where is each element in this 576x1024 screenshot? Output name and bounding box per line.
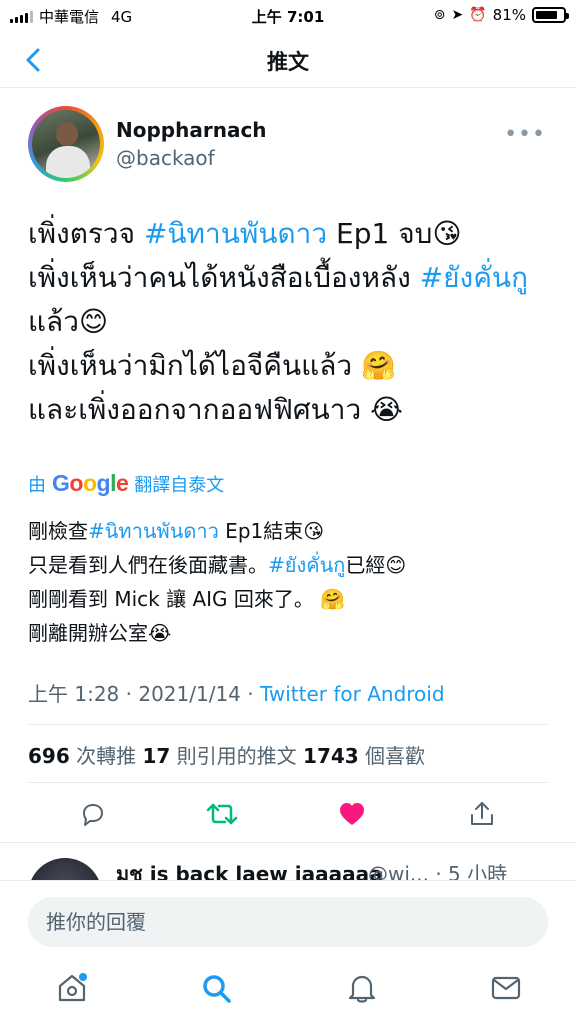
translate-suffix: 翻譯自泰文 [134, 474, 225, 496]
tweet-source-link[interactable]: Twitter for Android [260, 682, 445, 706]
tweet-text-segment: เพิ่งตรวจ [28, 217, 144, 250]
tab-search[interactable] [198, 970, 234, 1006]
search-icon [203, 975, 231, 1003]
divider [28, 724, 548, 725]
heart-icon [340, 803, 364, 825]
tweet-actions [0, 794, 576, 834]
tweet-line: เพิ่งเห็นว่ามิกได้ไอจีคืนแล้ว 🤗 [28, 349, 396, 382]
author-name[interactable]: Noppharnach [116, 118, 267, 142]
tweet-timestamp: 上午 1:28 · 2021/1/14 · Twitter for Androi… [28, 678, 445, 707]
reply-input-wrapper[interactable] [28, 897, 548, 947]
page-title: 推文 [267, 50, 309, 74]
like-count[interactable]: 1743 [303, 744, 359, 768]
tab-home[interactable] [54, 970, 90, 1006]
quote-label: 則引用的推文 [170, 744, 304, 768]
battery-icon [532, 7, 569, 23]
tweet-text-segment: เพิ่งเห็นว่าคนได้หนังสือเบื้องหลัง [28, 261, 420, 294]
translation-attribution[interactable]: 由 Google 翻譯自泰文 [28, 470, 224, 497]
tweet-text-segment: Ep1 จบ😘 [327, 217, 462, 250]
hashtag-link[interactable]: #นิทานพันดาว [88, 519, 219, 543]
reply-composer [0, 880, 576, 950]
avatar[interactable] [28, 106, 104, 182]
tweet-time: 上午 1:28 · 2021/1/14 · [28, 682, 260, 706]
tab-notifications[interactable] [344, 970, 380, 1006]
reply-button[interactable] [72, 794, 112, 834]
reply-icon [83, 804, 103, 826]
tweet-author: Noppharnach @backaof ••• [28, 106, 548, 186]
battery-percent: 81% [492, 6, 526, 24]
google-logo: Google [52, 470, 129, 496]
status-bar: 中華電信 4G 上午 7:01 ⊚ ➤ ⏰ 81% [0, 0, 576, 32]
home-icon [58, 973, 87, 1002]
translate-prefix: 由 [28, 474, 46, 496]
like-button[interactable] [332, 794, 372, 834]
translated-line: 剛檢查#นิทานพันดาว Ep1結束😘 [28, 514, 552, 548]
divider [28, 782, 548, 783]
hashtag-link[interactable]: #นิทานพันดาว [144, 217, 327, 250]
tweet-line: เพิ่งตรวจ #นิทานพันดาว Ep1 จบ😘 [28, 212, 552, 256]
retweet-label: 次轉推 [69, 744, 143, 768]
hashtag-link[interactable]: #ยังคั่นกู [420, 261, 528, 294]
hashtag-link[interactable]: #ยังคั่นกู [268, 553, 345, 577]
share-icon [471, 802, 493, 825]
rotation-lock-icon: ⊚ [433, 7, 446, 23]
tweet-text-segment: แล้ว😊 [28, 305, 109, 338]
translated-line: 剛剛看到 Mick 讓 AIG 回來了。 🤗 [28, 587, 346, 611]
retweet-button[interactable] [202, 794, 242, 834]
alarm-icon: ⏰ [469, 7, 487, 23]
author-handle[interactable]: @backaof [116, 146, 215, 170]
messages-icon [491, 976, 521, 1000]
bottom-tab-bar [0, 950, 576, 1024]
tweet-line: และเพิ่งออกจากออฟฟิศนาว 😭 [28, 393, 403, 426]
translated-text-segment: Ep1結束😘 [218, 519, 325, 543]
translated-line: 只是看到人們在後面藏書。#ยังคั่นกู已經😊 [28, 548, 552, 582]
tweet-text: เพิ่งตรวจ #นิทานพันดาว Ep1 จบ😘 เพิ่งเห็น… [28, 212, 552, 432]
retweet-icon [206, 803, 238, 825]
translated-text-segment: 已經😊 [345, 553, 407, 577]
more-options-icon[interactable]: ••• [504, 122, 546, 147]
top-nav: 推文 [0, 32, 576, 88]
like-label: 個喜歡 [358, 744, 426, 768]
translated-text: 剛檢查#นิทานพันดาว Ep1結束😘 只是看到人們在後面藏書。#ยังค… [28, 514, 552, 650]
translated-text-segment: 只是看到人們在後面藏書。 [28, 553, 268, 577]
tab-messages[interactable] [488, 970, 524, 1006]
share-button[interactable] [462, 794, 502, 834]
divider [0, 842, 576, 843]
location-icon: ➤ [451, 7, 464, 23]
translated-text-segment: 剛檢查 [28, 519, 88, 543]
retweet-count[interactable]: 696 [28, 744, 70, 768]
translated-line: 剛離開辦公室😭 [28, 621, 172, 645]
notifications-icon [348, 975, 376, 1003]
reply-input[interactable] [28, 897, 548, 947]
tweet-line: เพิ่งเห็นว่าคนได้หนังสือเบื้องหลัง #ยังค… [28, 256, 552, 344]
tweet-stats: 696 次轉推 17 則引用的推文 1743 個喜歡 [28, 740, 425, 769]
quote-count[interactable]: 17 [142, 744, 170, 768]
